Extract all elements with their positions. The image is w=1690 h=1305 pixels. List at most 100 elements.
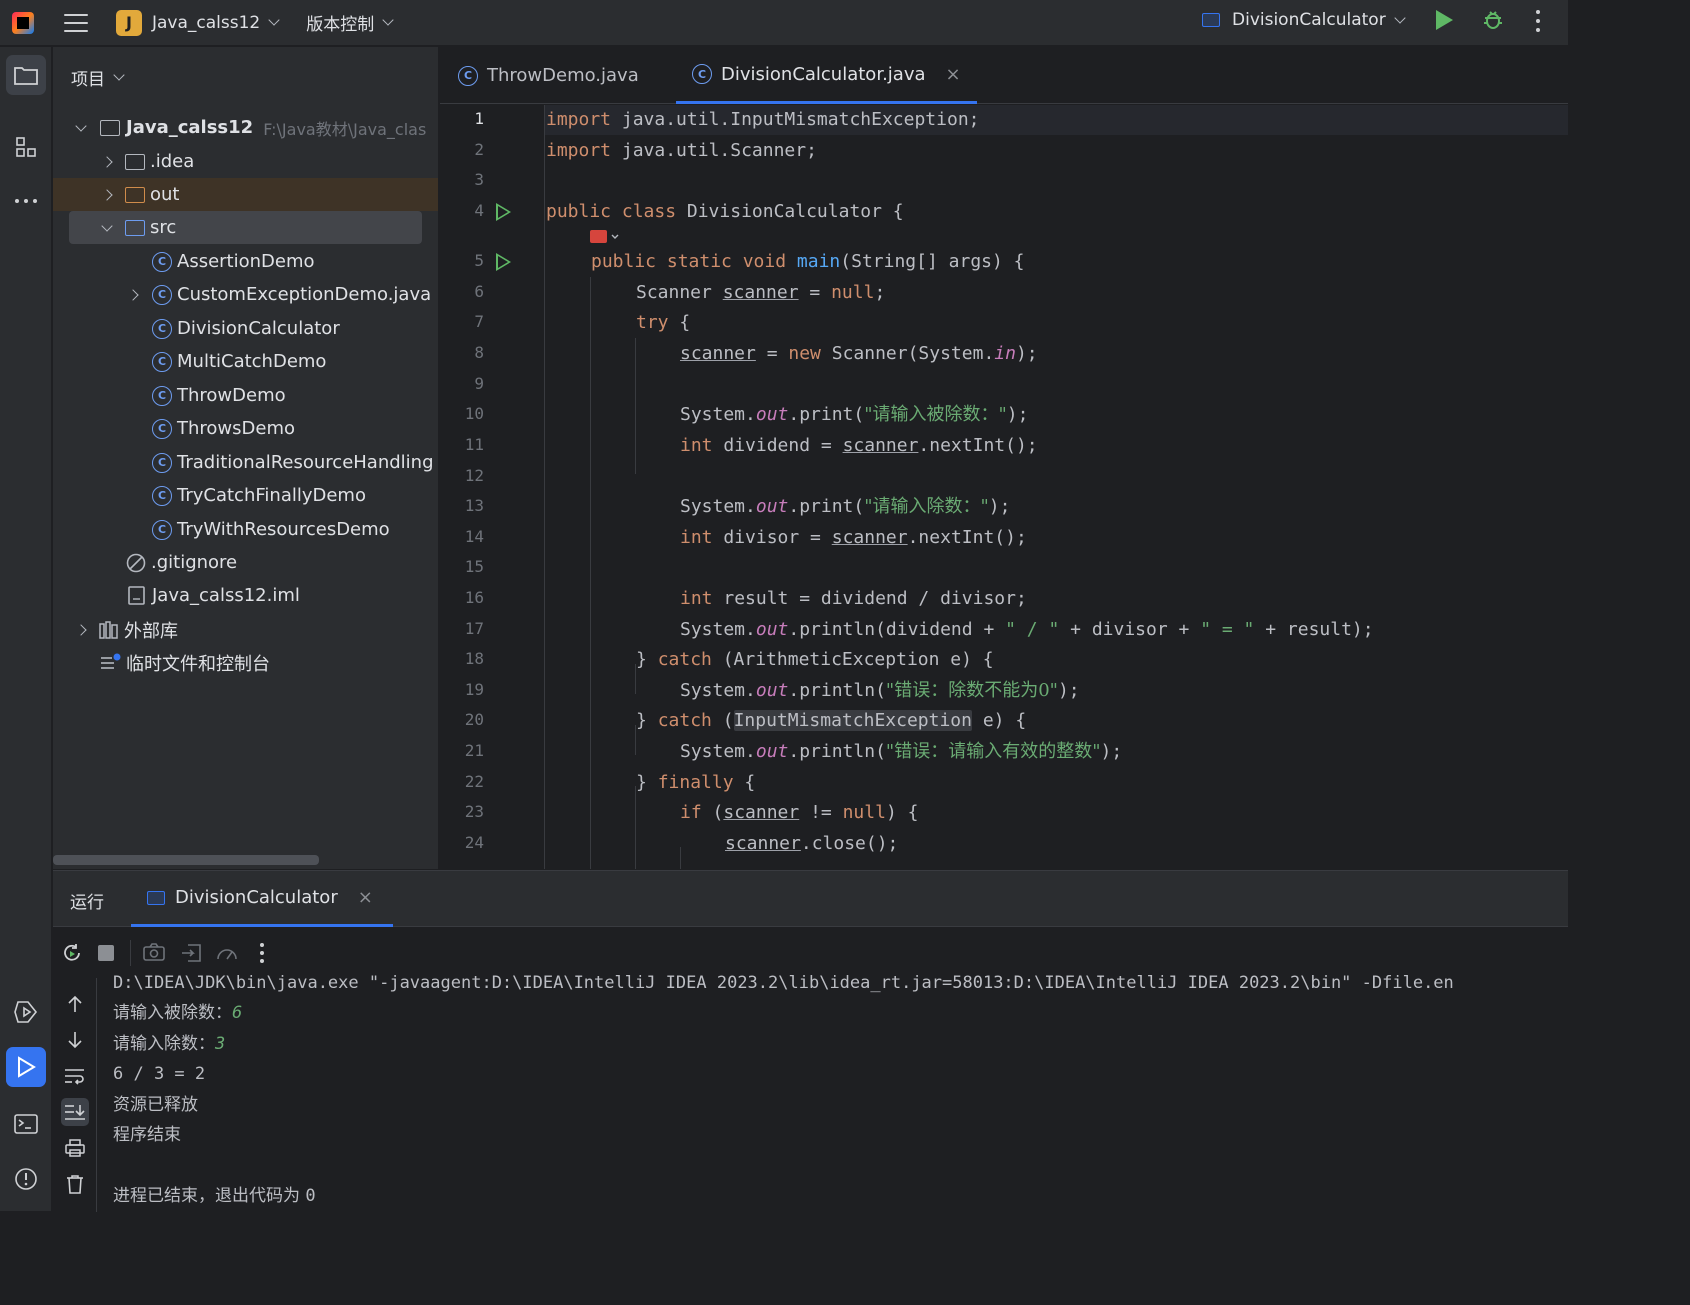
run-tool-icon[interactable] xyxy=(6,1047,46,1087)
code-line: System.out.print("请输入被除数："); xyxy=(680,404,1029,425)
problems-tool-icon[interactable] xyxy=(6,1159,46,1199)
dump-threads-camera-icon[interactable] xyxy=(143,942,165,962)
class-icon: C xyxy=(458,65,478,86)
line-number: 1 xyxy=(474,109,484,128)
tree-item-class[interactable]: C DivisionCalculator xyxy=(53,312,438,345)
line-number: 9 xyxy=(474,374,484,393)
code-line: scanner.close(); xyxy=(725,833,899,854)
tree-item-label: .gitignore xyxy=(151,552,238,573)
scroll-up-arrow-icon[interactable] xyxy=(61,990,89,1018)
run-panel-title: 运行 xyxy=(70,893,104,913)
project-name[interactable]: Java_calss12 xyxy=(152,13,260,33)
soft-wrap-icon[interactable] xyxy=(61,1062,89,1090)
profiler-gauge-icon[interactable] xyxy=(215,942,239,964)
tree-root[interactable]: Java_calss12 F:\Java教材\Java_clas xyxy=(53,111,438,144)
vcs-menu[interactable]: 版本控制 xyxy=(306,10,374,35)
expand-arrow-icon[interactable] xyxy=(101,219,113,232)
line-number: 22 xyxy=(464,772,484,791)
tab-divisioncalculator[interactable]: C DivisionCalculator.java × xyxy=(676,47,977,104)
run-tab-divisioncalculator[interactable]: DivisionCalculator × xyxy=(131,871,393,927)
close-tab-icon[interactable]: × xyxy=(946,64,961,85)
project-view-chevron-icon[interactable] xyxy=(113,69,125,81)
expand-arrow-icon[interactable] xyxy=(75,119,87,132)
tree-item-external-libraries[interactable]: 外部库 xyxy=(53,613,438,646)
run-main-gutter-icon[interactable] xyxy=(496,253,511,271)
code-line: if (scanner != null) { xyxy=(680,802,919,823)
expand-arrow-icon[interactable] xyxy=(101,155,113,168)
tree-item-gitignore[interactable]: .gitignore xyxy=(53,546,438,579)
code-line: try { xyxy=(636,312,691,333)
scroll-down-arrow-icon[interactable] xyxy=(61,1026,89,1054)
terminal-tool-icon[interactable] xyxy=(6,1104,46,1144)
run-config-label: DivisionCalculator xyxy=(1232,10,1386,30)
class-icon: C xyxy=(152,251,172,272)
tree-item-label: .idea xyxy=(150,151,195,172)
expand-arrow-icon[interactable] xyxy=(127,288,139,301)
tree-item-class[interactable]: C ThrowDemo xyxy=(53,379,438,412)
print-icon[interactable] xyxy=(61,1134,89,1162)
line-number: 6 xyxy=(474,282,484,301)
line-number: 12 xyxy=(464,466,484,485)
code-area[interactable]: import java.util.InputMismatchException;… xyxy=(544,105,1568,869)
line-number: 18 xyxy=(464,649,484,668)
run-config-chevron-icon xyxy=(1394,11,1406,24)
tree-item-src[interactable]: src xyxy=(69,211,422,244)
code-line: import java.util.Scanner; xyxy=(546,140,817,161)
line-number: 14 xyxy=(464,527,484,546)
tree-item-label: out xyxy=(150,184,180,205)
run-button[interactable] xyxy=(1436,10,1453,30)
tab-throwdemo[interactable]: C ThrowDemo.java xyxy=(458,47,639,104)
module-folder-icon xyxy=(100,119,120,136)
tree-item-idea[interactable]: .idea xyxy=(53,145,438,178)
code-line: import java.util.InputMismatchException; xyxy=(546,109,980,130)
expand-arrow-icon[interactable] xyxy=(101,188,113,201)
more-tools-icon[interactable] xyxy=(6,181,46,221)
close-run-tab-icon[interactable]: × xyxy=(358,887,373,908)
class-icon: C xyxy=(152,385,172,406)
tree-item-class[interactable]: C AssertionDemo xyxy=(53,245,438,278)
expand-arrow-icon[interactable] xyxy=(75,623,87,636)
stop-icon[interactable] xyxy=(98,945,114,961)
tree-item-class[interactable]: C TryWithResourcesDemo xyxy=(53,513,438,546)
debug-bug-icon[interactable] xyxy=(1482,9,1504,31)
tree-item-class[interactable]: C TryCatchFinallyDemo xyxy=(53,479,438,512)
more-run-actions-icon[interactable] xyxy=(259,942,265,964)
line-number: 21 xyxy=(464,741,484,760)
line-number: 3 xyxy=(474,170,484,189)
clear-trash-icon[interactable] xyxy=(61,1170,89,1198)
console-line: 请输入被除数：6 xyxy=(113,1003,243,1023)
tree-item-iml[interactable]: Java_calss12.iml xyxy=(53,579,438,612)
console-output[interactable]: D:\IDEA\JDK\bin\java.exe "-javaagent:D:\… xyxy=(113,968,1568,1212)
run-panel: 运行 DivisionCalculator × D:\IDEA\JDK\bin\… xyxy=(53,870,1568,1212)
line-number: 5 xyxy=(474,251,484,270)
project-dropdown-chevron-icon[interactable] xyxy=(268,14,280,26)
vcs-dropdown-chevron-icon[interactable] xyxy=(382,14,394,26)
tree-item-class[interactable]: C TraditionalResourceHandling xyxy=(53,446,438,479)
intellij-logo-icon[interactable] xyxy=(12,11,34,34)
project-horizontal-scrollbar[interactable] xyxy=(53,855,319,865)
run-class-gutter-icon[interactable] xyxy=(496,203,511,221)
run-config-selector[interactable]: DivisionCalculator xyxy=(1202,10,1406,30)
more-actions-icon[interactable] xyxy=(1536,10,1540,32)
code-line: public class DivisionCalculator { xyxy=(546,201,904,222)
rerun-icon[interactable] xyxy=(61,942,83,964)
tree-item-scratches[interactable]: 临时文件和控制台 xyxy=(53,646,438,679)
project-tool-folder-icon[interactable] xyxy=(6,55,46,95)
structure-tool-icon[interactable] xyxy=(6,127,46,167)
code-line: int dividend = scanner.nextInt(); xyxy=(680,435,1038,456)
tree-item-label: ThrowsDemo xyxy=(177,418,296,439)
tree-item-out[interactable]: out xyxy=(53,178,438,211)
tab-label: DivisionCalculator.java xyxy=(721,63,926,85)
tree-item-class[interactable]: C CustomExceptionDemo.java xyxy=(53,278,438,311)
line-number: 2 xyxy=(474,140,484,159)
scroll-to-end-icon[interactable] xyxy=(61,1098,89,1126)
project-panel-header[interactable]: 项目 xyxy=(71,65,125,90)
main-menu-icon[interactable] xyxy=(64,13,88,32)
inlay-hint-icon[interactable] xyxy=(590,229,622,245)
services-tool-icon[interactable] xyxy=(6,992,46,1032)
tree-item-class[interactable]: C MultiCatchDemo xyxy=(53,345,438,378)
restore-layout-icon[interactable] xyxy=(180,942,202,964)
project-badge[interactable]: J xyxy=(116,9,142,36)
tree-item-class[interactable]: C ThrowsDemo xyxy=(53,412,438,445)
code-line: System.out.println(dividend + " / " + di… xyxy=(680,619,1374,640)
